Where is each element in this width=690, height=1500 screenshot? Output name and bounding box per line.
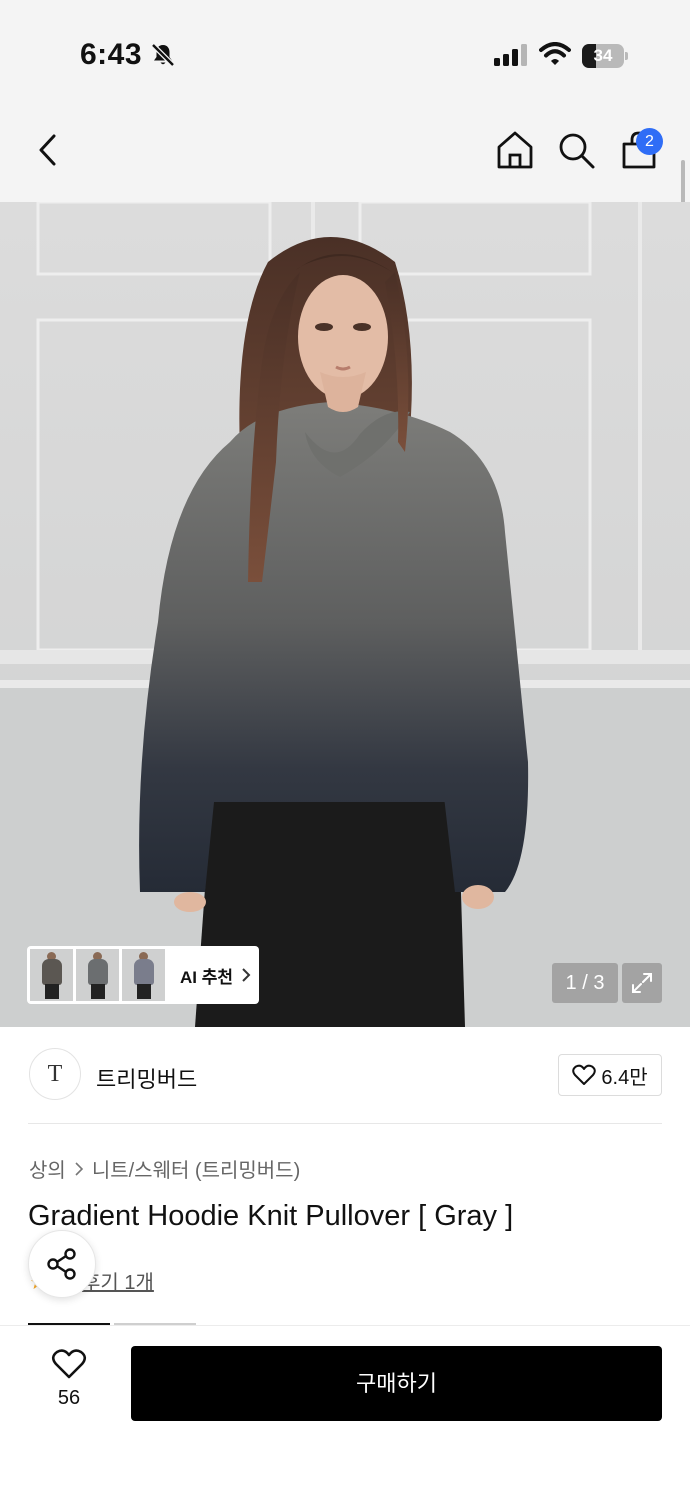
back-button[interactable] xyxy=(26,128,70,172)
brand-row: T 트리밍버드 6.4만 xyxy=(0,1030,690,1122)
heart-icon xyxy=(51,1349,87,1379)
expand-image-button[interactable] xyxy=(622,963,662,1003)
ai-recommendation-chip[interactable]: AI 추천 xyxy=(27,946,259,1004)
navigation-bar xyxy=(0,100,690,202)
status-bar: 6:43 34 xyxy=(0,0,690,100)
search-icon xyxy=(559,133,595,169)
product-image-gallery[interactable] xyxy=(0,202,690,1027)
search-button[interactable] xyxy=(554,128,598,172)
brand-logo[interactable]: T xyxy=(29,1048,81,1100)
product-title: Gradient Hoodie Knit Pullover [ Gray ] xyxy=(28,1200,514,1232)
brand-like-count: 6.4만 xyxy=(601,1066,648,1089)
wishlist-count: 56 xyxy=(57,1387,81,1409)
ai-thumbnail-1 xyxy=(30,949,73,1001)
bell-slash-icon xyxy=(150,42,176,73)
cart-count-badge: 2 xyxy=(636,128,663,155)
share-icon xyxy=(47,1248,76,1280)
wifi-icon xyxy=(539,42,571,71)
brand-name[interactable]: 트리밍버드 xyxy=(96,1062,197,1094)
chevron-right-icon xyxy=(75,1161,83,1176)
ai-recommend-label: AI 추천 xyxy=(180,967,234,987)
product-photo xyxy=(0,202,690,1027)
breadcrumb-category[interactable]: 상의 xyxy=(29,1154,66,1183)
home-button[interactable] xyxy=(493,128,537,172)
share-button[interactable] xyxy=(28,1230,96,1298)
brand-like-button[interactable]: 6.4만 xyxy=(558,1054,662,1096)
chevron-left-icon xyxy=(39,134,56,166)
heart-icon xyxy=(572,1064,597,1085)
status-time: 6:43 xyxy=(80,38,143,71)
battery-label: 34 xyxy=(593,46,613,65)
ai-thumbnail-2 xyxy=(76,949,119,1001)
ai-thumbnail-3 xyxy=(122,949,165,1001)
battery-indicator: 34 xyxy=(582,44,628,68)
breadcrumb-subcategory[interactable]: 니트/스웨터 (트리밍버드) xyxy=(92,1154,300,1183)
cellular-signal-icon xyxy=(494,44,528,71)
breadcrumb: 상의 니트/스웨터 (트리밍버드) xyxy=(29,1154,300,1183)
bottom-action-bar: 56 구매하기 xyxy=(0,1325,690,1500)
wishlist-button[interactable]: 56 xyxy=(38,1348,100,1418)
divider xyxy=(28,1123,662,1124)
expand-icon xyxy=(632,973,652,993)
buy-button[interactable]: 구매하기 xyxy=(131,1346,662,1421)
home-icon xyxy=(497,131,533,169)
chevron-right-icon xyxy=(242,968,251,982)
image-page-counter: 1 / 3 xyxy=(552,963,618,1003)
